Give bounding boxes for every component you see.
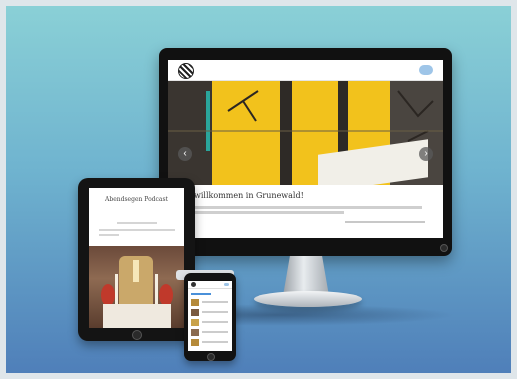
list-thumbnail <box>191 329 199 336</box>
desktop-monitor: ‹ › willkommen in Grunewald! <box>159 48 452 256</box>
welcome-title: willkommen in Grunewald! <box>194 191 304 200</box>
list-text-line <box>202 341 228 343</box>
phone-screen <box>188 281 232 351</box>
list-item[interactable] <box>191 309 229 316</box>
hero-branches-icon <box>168 90 443 142</box>
monitor-stand-neck <box>283 256 329 296</box>
power-button-icon <box>440 244 448 252</box>
list-text-line <box>202 321 228 323</box>
hero-slider[interactable]: ‹ › <box>168 81 443 185</box>
list-item[interactable] <box>191 329 229 336</box>
site-logo-icon[interactable] <box>191 282 196 287</box>
cross-icon <box>133 260 139 282</box>
welcome-text-line <box>194 211 344 214</box>
flowers-icon <box>101 284 115 306</box>
list-item[interactable] <box>191 339 229 346</box>
phone-link-line[interactable] <box>191 293 211 295</box>
slider-prev-button[interactable]: ‹ <box>178 147 192 161</box>
candle-icon <box>155 274 158 304</box>
monitor-stand-base <box>254 291 362 307</box>
site-logo-icon[interactable] <box>178 63 194 79</box>
list-text-line <box>202 301 228 303</box>
flowers-icon <box>159 284 173 306</box>
home-button-icon <box>207 353 215 361</box>
list-thumbnail <box>191 309 199 316</box>
tablet-page-title: Abendsegen Podcast <box>105 196 168 203</box>
menu-button[interactable] <box>419 65 433 75</box>
tablet-text-line <box>99 229 175 231</box>
list-item[interactable] <box>191 299 229 306</box>
tablet-text-line <box>117 222 157 224</box>
list-item[interactable] <box>191 319 229 326</box>
slider-next-button[interactable]: › <box>419 147 433 161</box>
tablet-text-line <box>99 234 119 236</box>
monitor-screen: ‹ › willkommen in Grunewald! <box>168 60 443 238</box>
menu-button[interactable] <box>224 283 229 286</box>
phone-header <box>188 281 232 289</box>
list-text-line <box>202 331 228 333</box>
welcome-text-line <box>194 206 422 209</box>
church-altar-photo <box>89 246 184 328</box>
altar-table <box>103 304 171 328</box>
home-button-icon <box>132 330 142 340</box>
tablet-screen: Abendsegen Podcast <box>89 188 184 328</box>
welcome-signature-line <box>345 221 425 223</box>
tablet-device: Abendsegen Podcast <box>78 178 195 341</box>
site-header <box>168 60 443 81</box>
list-text-line <box>202 311 228 313</box>
candle-icon <box>115 274 118 304</box>
phone-device <box>184 273 236 361</box>
responsive-devices-mockup: ‹ › willkommen in Grunewald! Abendsegen … <box>0 0 517 379</box>
list-thumbnail <box>191 299 199 306</box>
list-thumbnail <box>191 339 199 346</box>
list-thumbnail <box>191 319 199 326</box>
